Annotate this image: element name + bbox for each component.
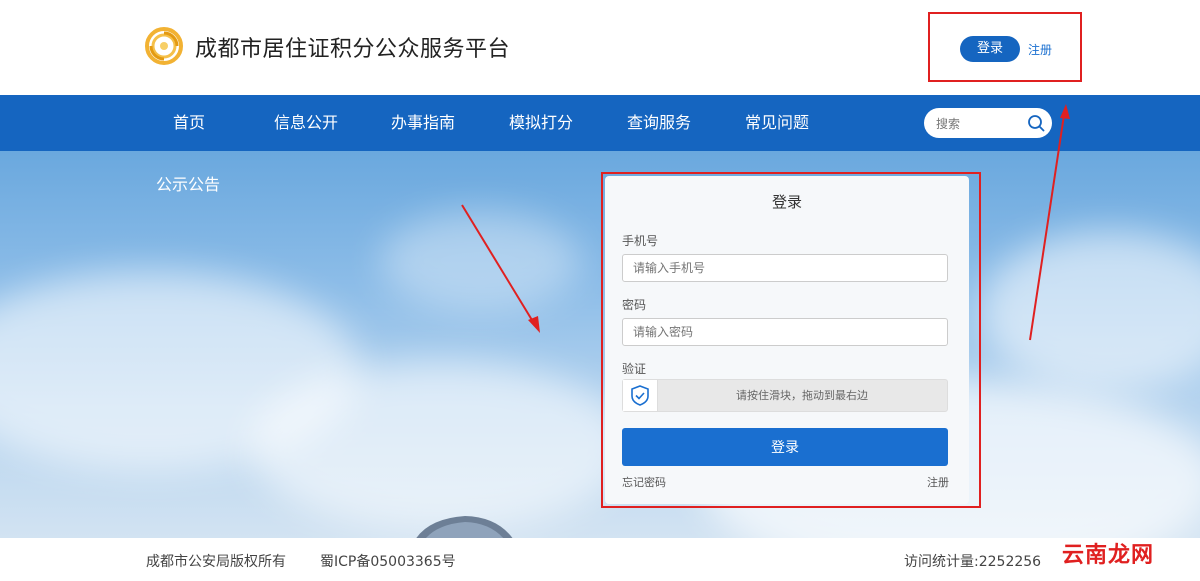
verify-label: 验证: [622, 362, 647, 376]
shield-check-icon: [631, 385, 649, 406]
notice-label[interactable]: 公示公告: [156, 171, 220, 195]
search-input[interactable]: [934, 112, 1026, 136]
login-submit-button[interactable]: 登录: [622, 428, 948, 466]
phone-input[interactable]: [622, 254, 948, 282]
sun-logo-icon: [145, 27, 183, 65]
panel-register-link[interactable]: 注册: [927, 474, 949, 490]
building-silhouette-icon: [416, 516, 513, 538]
header-login-button[interactable]: 登录: [960, 36, 1020, 62]
nav-item-info[interactable]: 信息公开: [274, 95, 338, 151]
watermark: 云南龙网: [1062, 543, 1155, 568]
nav-item-faq[interactable]: 常见问题: [745, 95, 809, 151]
header-register-link[interactable]: 注册: [1028, 41, 1052, 58]
password-input[interactable]: [622, 318, 948, 346]
password-label: 密码: [622, 298, 647, 312]
footer-copyright: 成都市公安局版权所有: [146, 554, 286, 570]
nav-item-guide[interactable]: 办事指南: [391, 95, 455, 151]
nav-item-home[interactable]: 首页: [173, 95, 205, 151]
site-title: 成都市居住证积分公众服务平台: [195, 37, 511, 62]
main-nav: 首页 信息公开 办事指南 模拟打分 查询服务 常见问题: [0, 95, 1200, 151]
slider-hint: 请按住滑块，拖动到最右边: [736, 389, 868, 402]
footer-visit-count: 访问统计量:2252256: [904, 554, 1042, 570]
slider-handle[interactable]: [623, 380, 658, 411]
site-header: 成都市居住证积分公众服务平台 登录 注册: [0, 0, 1200, 95]
login-panel-title: 登录: [771, 193, 802, 211]
auth-annotation-box: 登录 注册: [928, 12, 1082, 82]
site-footer: 成都市公安局版权所有 蜀ICP备05003365号 访问统计量:2252256: [0, 538, 1200, 581]
nav-item-simulate[interactable]: 模拟打分: [509, 95, 573, 151]
forgot-password-link[interactable]: 忘记密码: [622, 474, 666, 490]
hero-banner: 公示公告: [0, 151, 1200, 538]
footer-icp[interactable]: 蜀ICP备05003365号: [320, 551, 456, 571]
login-panel: 登录 手机号 密码 验证 请按住滑块，拖动到最右边 登录 忘记密码 注册: [605, 176, 969, 504]
verify-slider: 请按住滑块，拖动到最右边: [622, 379, 948, 412]
search-box: [924, 108, 1052, 138]
phone-label: 手机号: [622, 234, 659, 248]
search-icon[interactable]: [1026, 113, 1046, 133]
nav-item-query[interactable]: 查询服务: [627, 95, 691, 151]
